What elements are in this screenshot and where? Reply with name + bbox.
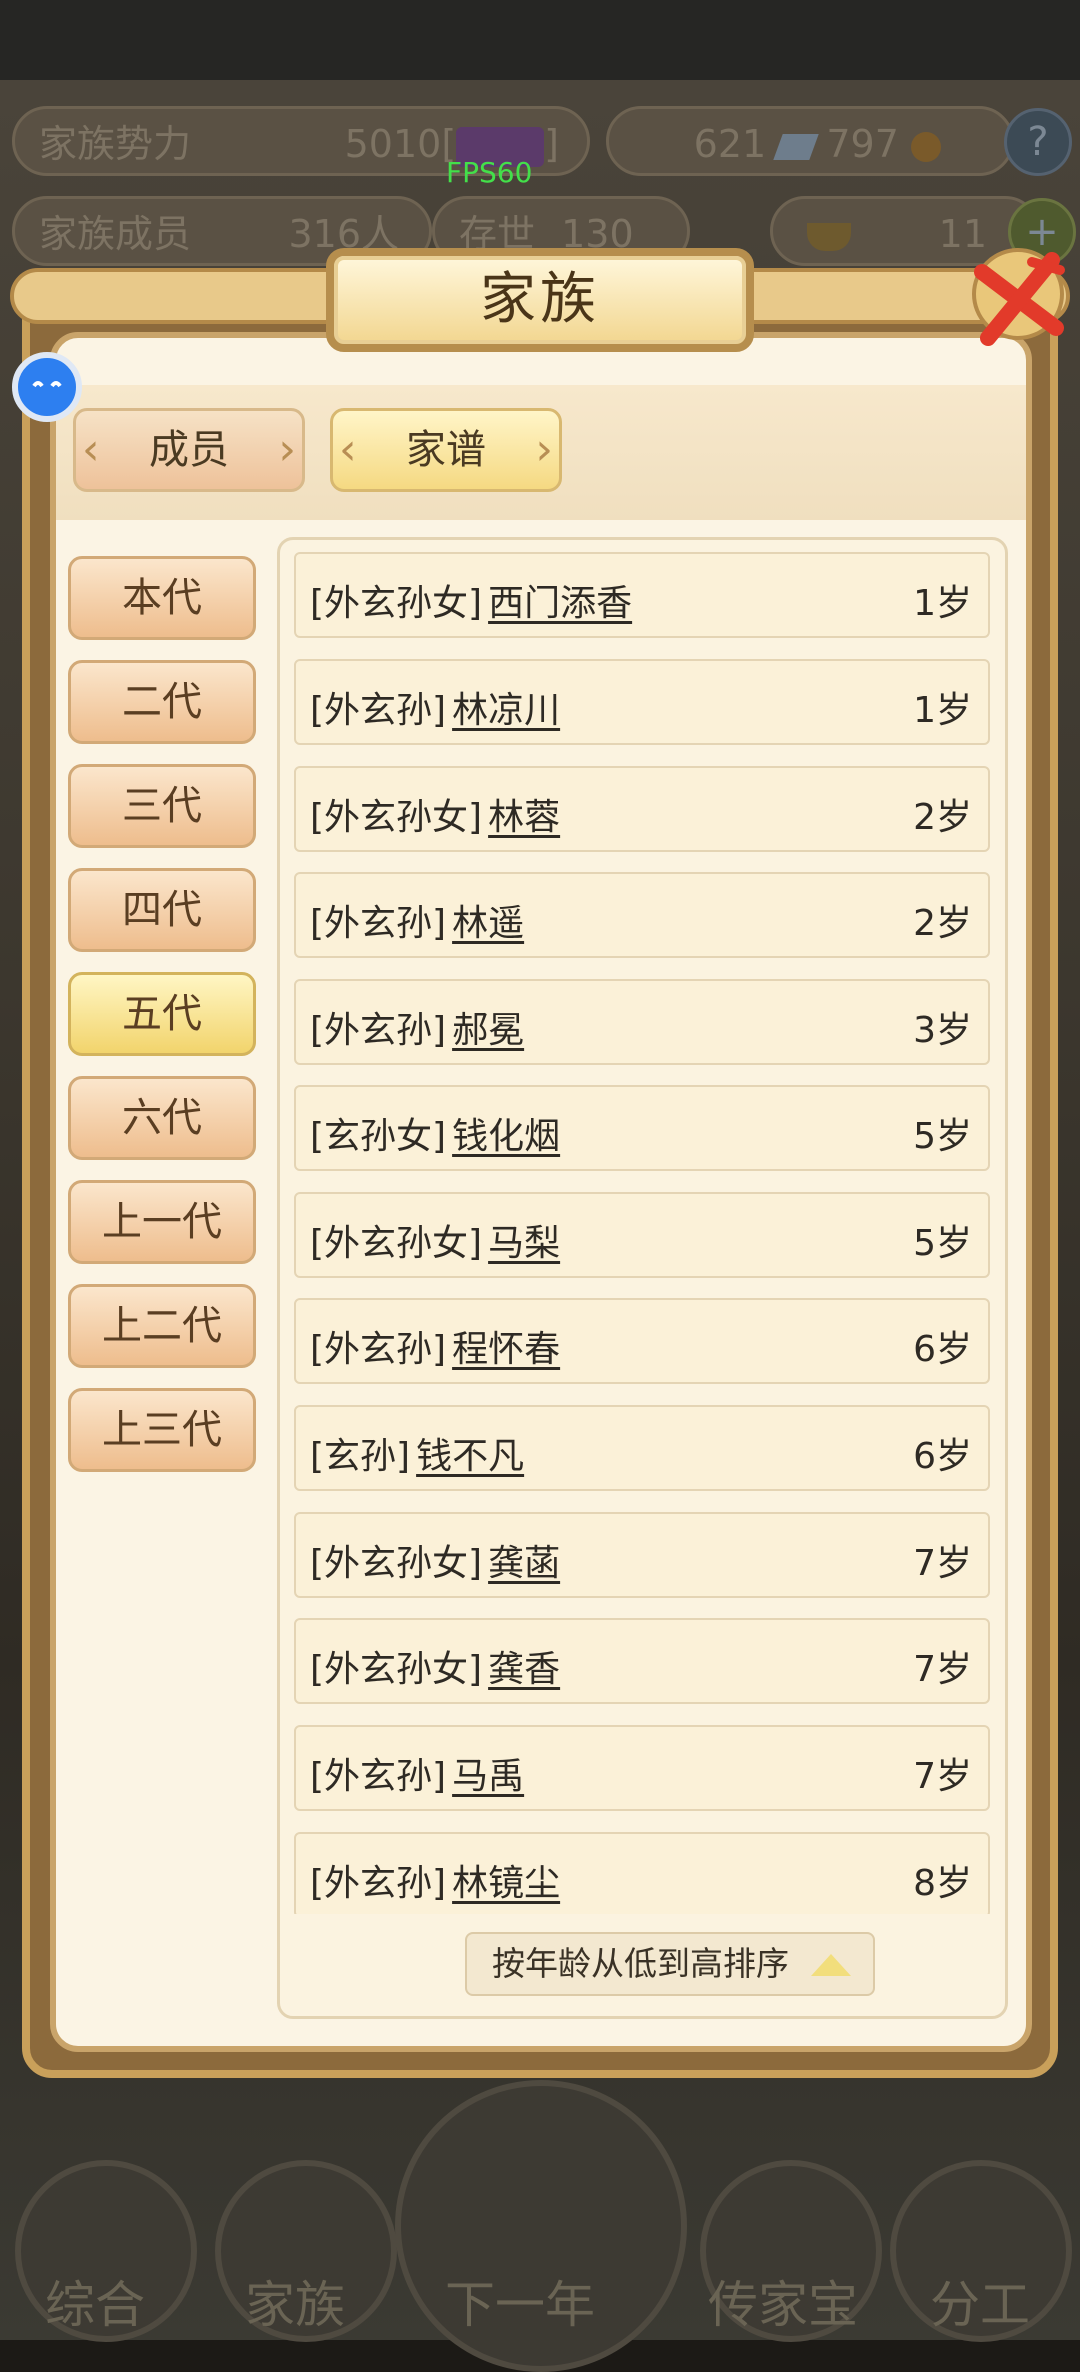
clan-power-value: 5010[ (344, 122, 457, 166)
member-age: 7岁 (913, 1756, 972, 1797)
member-relation: [外玄孙] (310, 1010, 447, 1051)
member-name-link[interactable]: 林蓉 (488, 797, 560, 838)
member-name-link[interactable]: 龚香 (488, 1649, 560, 1690)
generation-button-6[interactable]: 六代 (68, 1076, 256, 1160)
member-row[interactable]: [外玄孙] 林遥 2岁 (294, 872, 990, 958)
member-relation: [玄孙] (310, 1436, 411, 1477)
member-name-link[interactable]: 龚菡 (488, 1543, 560, 1584)
nav-division-label: 分工 (930, 2276, 1030, 2334)
sort-label: 按年龄从低到高排序 (492, 1944, 789, 1983)
member-relation: [外玄孙女] (310, 1223, 483, 1264)
chat-bubble-icon[interactable] (12, 352, 82, 422)
member-name-link[interactable]: 马禹 (452, 1756, 524, 1797)
member-name-link[interactable]: 西门添香 (488, 583, 632, 624)
gold-ingot-icon (807, 222, 851, 251)
member-row[interactable]: [外玄孙女] 西门添香 1岁 (294, 552, 990, 638)
coin-value: 797 (826, 122, 899, 166)
member-relation: [外玄孙] (310, 1863, 447, 1904)
member-age: 5岁 (913, 1116, 972, 1157)
nav-next-year-label: 下一年 (445, 2276, 595, 2334)
tab-members[interactable]: 成员 (73, 408, 305, 492)
member-age: 6岁 (913, 1329, 972, 1370)
title-wing-left (10, 268, 340, 324)
silver-value: 621 (693, 122, 767, 166)
member-row[interactable]: [玄孙] 钱不凡 6岁 (294, 1405, 990, 1491)
member-relation: [外玄孙女] (310, 1543, 483, 1584)
dialog-title: 家族 (480, 267, 600, 332)
fps-counter: FPS60 (446, 156, 533, 189)
member-relation: [外玄孙] (310, 1756, 447, 1797)
member-age: 7岁 (913, 1649, 972, 1690)
clan-power-bracket: ] (544, 122, 559, 166)
member-row[interactable]: [外玄孙女] 龚菡 7岁 (294, 1512, 990, 1598)
generation-button-4[interactable]: 四代 (68, 868, 256, 952)
member-name-link[interactable]: 林遥 (452, 903, 524, 944)
generation-button-up-2[interactable]: 上二代 (68, 1284, 256, 1368)
member-relation: [玄孙女] (310, 1116, 447, 1157)
face-icon (32, 381, 62, 388)
currency-box: 621 797 (606, 106, 1014, 176)
member-relation: [外玄孙女] (310, 797, 483, 838)
help-button[interactable]: ? (1004, 108, 1072, 176)
member-row[interactable]: [外玄孙女] 林蓉 2岁 (294, 766, 990, 852)
member-relation: [外玄孙女] (310, 1649, 483, 1690)
generation-button-up-1[interactable]: 上一代 (68, 1180, 256, 1264)
member-age: 2岁 (913, 903, 972, 944)
generation-button-5[interactable]: 五代 (68, 972, 256, 1056)
member-age: 8岁 (913, 1863, 972, 1904)
member-age: 3岁 (913, 1010, 972, 1051)
member-name-link[interactable]: 钱化烟 (452, 1116, 560, 1157)
member-age: 7岁 (913, 1543, 972, 1584)
clan-power-label: 家族势力 (39, 122, 192, 166)
member-age: 5岁 (913, 1223, 972, 1264)
generation-button-current[interactable]: 本代 (68, 556, 256, 640)
generation-button-3[interactable]: 三代 (68, 764, 256, 848)
generation-button-up-3[interactable]: 上三代 (68, 1388, 256, 1472)
member-list[interactable]: [外玄孙女] 西门添香 1岁 [外玄孙] 林凉川 1岁 [外玄孙女] 林蓉 2岁 [外玄孙]… (290, 552, 995, 1914)
clan-members-label: 家族成员 (39, 212, 192, 256)
tab-genealogy[interactable]: 家谱 (330, 408, 562, 492)
close-button[interactable] (960, 242, 1070, 352)
member-age: 6岁 (913, 1436, 972, 1477)
sort-by-age-button[interactable]: 按年龄从低到高排序 (465, 1932, 875, 1996)
member-row[interactable]: [外玄孙女] 龚香 7岁 (294, 1618, 990, 1704)
question-icon: ? (1027, 119, 1049, 165)
member-row[interactable]: [外玄孙] 郝冕 3岁 (294, 979, 990, 1065)
silver-ingot-icon (773, 133, 820, 160)
member-name-link[interactable]: 程怀春 (452, 1329, 560, 1370)
coin-icon (911, 131, 941, 162)
member-row[interactable]: [外玄孙女] 马梨 5岁 (294, 1192, 990, 1278)
member-row[interactable]: [玄孙女] 钱化烟 5岁 (294, 1085, 990, 1171)
member-name-link[interactable]: 郝冕 (452, 1010, 524, 1051)
member-row[interactable]: [外玄孙] 程怀春 6岁 (294, 1298, 990, 1384)
member-relation: [外玄孙女] (310, 583, 483, 624)
member-name-link[interactable]: 林凉川 (452, 690, 560, 731)
dialog-title-plate: 家族 (326, 248, 754, 352)
member-relation: [外玄孙] (310, 903, 447, 944)
sort-ascending-icon (811, 1954, 851, 1976)
member-age: 1岁 (913, 583, 972, 624)
nav-heirloom-label: 传家宝 (708, 2276, 858, 2334)
member-relation: [外玄孙] (310, 1329, 447, 1370)
member-name-link[interactable]: 林镜尘 (452, 1863, 560, 1904)
member-name-link[interactable]: 钱不凡 (416, 1436, 524, 1477)
member-age: 2岁 (913, 797, 972, 838)
status-bar (0, 0, 1080, 80)
member-age: 1岁 (913, 690, 972, 731)
member-row[interactable]: [外玄孙] 马禹 7岁 (294, 1725, 990, 1811)
member-row[interactable]: [外玄孙] 林镜尘 8岁 (294, 1832, 990, 1914)
member-name-link[interactable]: 马梨 (488, 1223, 560, 1264)
nav-general-label: 综合 (45, 2276, 145, 2334)
member-relation: [外玄孙] (310, 690, 447, 731)
close-icon (972, 248, 1065, 346)
generation-button-2[interactable]: 二代 (68, 660, 256, 744)
nav-clan-label: 家族 (245, 2276, 345, 2334)
member-row[interactable]: [外玄孙] 林凉川 1岁 (294, 659, 990, 745)
